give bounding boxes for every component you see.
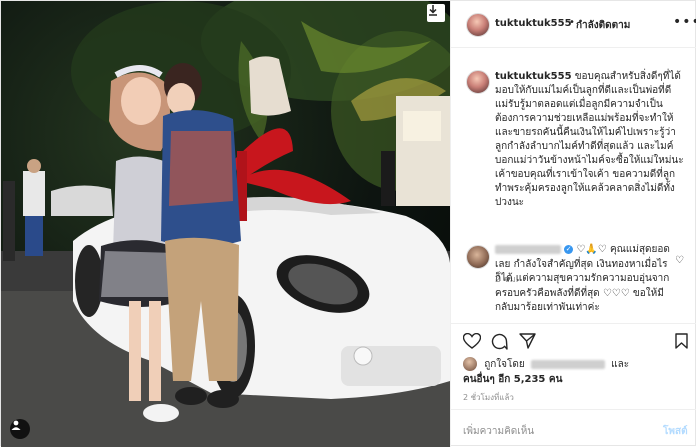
post-header: tuktuktuk555 • กำลังติดตาม •••	[451, 1, 696, 48]
liker-username-blurred[interactable]	[530, 359, 605, 369]
likes-others-link[interactable]: คนอื่นๆ อีก 5,235 คน	[463, 374, 562, 385]
likes-and: และ	[611, 359, 630, 370]
add-comment-bar: เพิ่มความคิดเห็น โพสต์	[451, 409, 696, 448]
following-button[interactable]: กำลังติดตาม	[576, 18, 630, 33]
commenter-username-blurred[interactable]	[495, 244, 561, 254]
likes-summary: ถูกใจโดย และ คนอื่นๆ อีก 5,235 คน	[463, 357, 688, 387]
liker-avatar[interactable]	[463, 357, 477, 371]
post-comment-button[interactable]: โพสต์	[663, 424, 688, 439]
caption-username[interactable]: tuktuktuk555	[495, 71, 572, 82]
instagram-post: tuktuktuk555 • กำลังติดตาม ••• tuktuktuk…	[0, 0, 696, 447]
bookmark-icon[interactable]	[675, 333, 688, 353]
comment-emojis: ♡🙏♡	[576, 244, 607, 255]
comment-body: ✓ ♡🙏♡ คุณแม่สุดยอดเลย กำลังใจสำคัญที่สุด…	[495, 243, 673, 316]
post-side-panel: tuktuktuk555 • กำลังติดตาม ••• tuktuktuk…	[450, 1, 696, 447]
caption-text: ขอบคุณสำหรับสิ่งดีๆที่ได้มอบให้กับแม่ไมค…	[495, 71, 684, 208]
likes-prefix: ถูกใจโดย	[484, 359, 525, 370]
heart-icon[interactable]	[462, 332, 482, 353]
caption-body: tuktuktuk555 ขอบคุณสำหรับสิ่งดีๆที่ได้มอ…	[495, 70, 685, 210]
author-avatar[interactable]	[466, 13, 490, 37]
photo-illustration	[1, 1, 450, 447]
post-timestamp[interactable]: 2 ชั่วโมงที่แล้ว	[463, 391, 514, 404]
tagged-user-icon[interactable]	[10, 419, 30, 439]
post-photo[interactable]	[1, 1, 450, 447]
commenter-avatar[interactable]	[466, 245, 490, 269]
comment-like-heart-icon[interactable]: ♡	[675, 255, 684, 266]
author-username[interactable]: tuktuktuk555	[495, 18, 572, 29]
caption-avatar[interactable]	[466, 70, 490, 94]
post-actions-bar	[451, 323, 696, 358]
download-icon[interactable]	[427, 4, 445, 22]
share-icon[interactable]	[519, 333, 536, 353]
more-horizontal-icon[interactable]: •••	[673, 14, 696, 30]
header-separator: •	[569, 17, 575, 28]
comment-input[interactable]: เพิ่มความคิดเห็น	[463, 424, 534, 439]
comment-item: ✓ ♡🙏♡ คุณแม่สุดยอดเลย กำลังใจสำคัญที่สุด…	[451, 235, 696, 321]
comment-icon[interactable]	[491, 333, 508, 354]
verified-badge-icon: ✓	[564, 244, 574, 254]
